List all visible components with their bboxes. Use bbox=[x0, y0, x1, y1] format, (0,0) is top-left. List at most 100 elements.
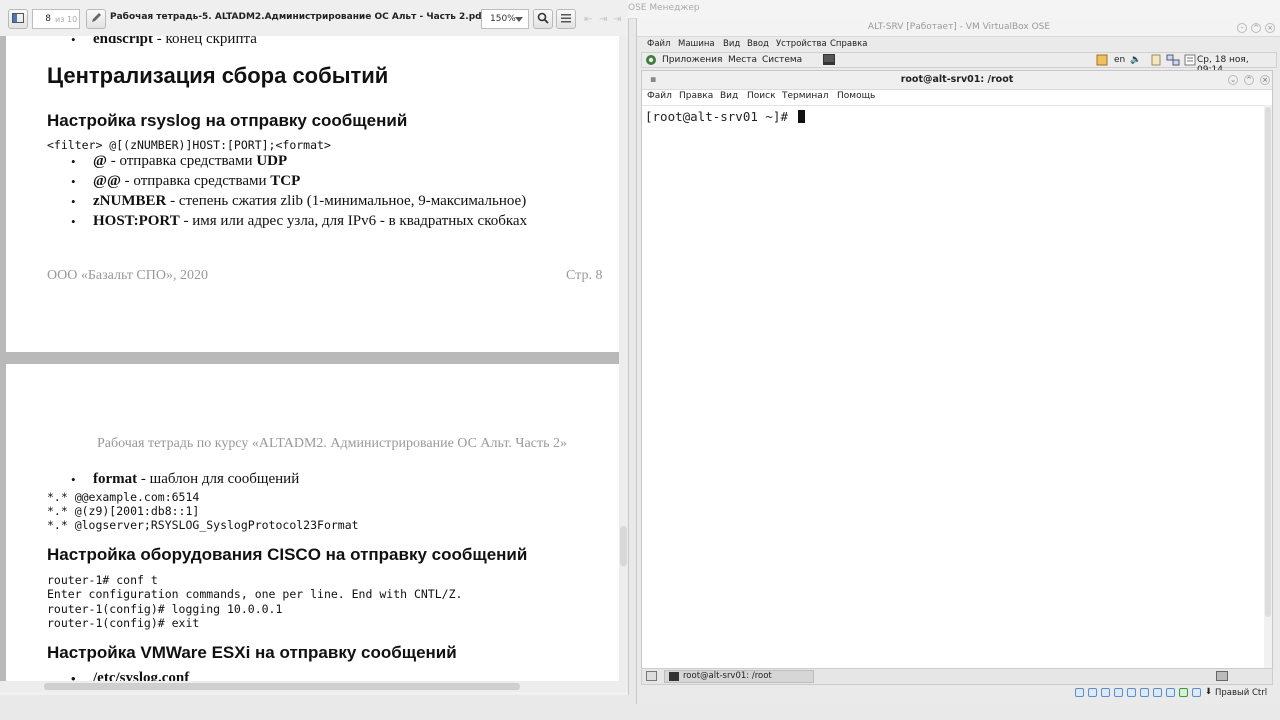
shared-folders-icon[interactable] bbox=[1140, 688, 1149, 697]
menu-file[interactable]: Файл bbox=[647, 91, 672, 101]
terminal-output[interactable]: [root@alt-srv01 ~]# bbox=[642, 105, 1264, 670]
menu-terminal[interactable]: Терминал bbox=[782, 91, 829, 101]
panel-places[interactable]: Места bbox=[728, 55, 757, 65]
terminal-title: root@alt-srv01: /root bbox=[900, 74, 1014, 85]
menu-edit[interactable]: Правка bbox=[679, 91, 713, 101]
search-button[interactable] bbox=[533, 9, 553, 29]
recording-icon[interactable] bbox=[1166, 688, 1175, 697]
menu-help[interactable]: Помощь bbox=[837, 91, 875, 101]
minimize-icon[interactable]: ⇤ bbox=[584, 14, 592, 25]
shell-prompt: [root@alt-srv01 ~]# bbox=[645, 109, 805, 124]
maximize-icon[interactable]: ^ bbox=[1244, 75, 1254, 85]
indicator-icon[interactable] bbox=[1096, 54, 1108, 69]
page-number-field[interactable]: 8 из 10 bbox=[32, 9, 80, 29]
menu-machine[interactable]: Машина bbox=[678, 39, 715, 49]
network-adapter-icon[interactable] bbox=[1114, 688, 1123, 697]
code-line: *.* @(z9)[2001:db8::1] bbox=[47, 504, 200, 518]
display-icon[interactable] bbox=[1153, 688, 1162, 697]
hdd-icon[interactable] bbox=[1075, 688, 1084, 697]
minimize-icon[interactable]: - bbox=[1237, 23, 1247, 33]
close-icon[interactable]: × bbox=[1265, 23, 1275, 33]
search-icon bbox=[537, 12, 549, 27]
background-window-titlebar bbox=[628, 0, 1280, 19]
guest-top-panel: Приложения Места Система en 🔈 Ср, 18 ноя… bbox=[641, 52, 1277, 75]
subheading-cisco: Настройка оборудования CISCO на отправку… bbox=[47, 545, 528, 564]
terminal-launcher-icon[interactable] bbox=[823, 54, 835, 68]
code-line: router-1(config)# exit bbox=[47, 616, 200, 630]
vbox-statusbar: ⬇ Правый Ctrl bbox=[637, 685, 1280, 702]
maximize-icon[interactable]: ^ bbox=[1251, 23, 1261, 33]
window-menu-icon[interactable]: ▪ bbox=[650, 71, 656, 89]
clipboard-icon[interactable] bbox=[1150, 54, 1162, 69]
terminal-scrollbar[interactable] bbox=[1264, 105, 1272, 669]
hamburger-icon bbox=[561, 13, 571, 26]
menu-devices[interactable]: Устройства bbox=[776, 39, 827, 49]
code-line: Enter configuration commands, one per li… bbox=[47, 587, 463, 601]
maximize-icon[interactable]: ⇥ bbox=[599, 14, 607, 25]
show-desktop-icon[interactable] bbox=[646, 671, 657, 684]
close-icon[interactable]: ⇥ bbox=[613, 14, 621, 25]
list-item: HOST:PORT - имя или адрес узла, для IPv6… bbox=[71, 213, 527, 230]
annotate-button[interactable] bbox=[86, 9, 106, 29]
terminal-titlebar: ▪ root@alt-srv01: /root ⌄ ^ × bbox=[642, 71, 1272, 90]
bullet-endscript: endscript - конец скрипта bbox=[71, 36, 257, 48]
zoom-value: 150% bbox=[490, 14, 516, 24]
vbox-titlebar: ALT-SRV [Работает] - VM VirtualBox OSE -… bbox=[637, 18, 1280, 37]
list-item: @@ - отправка средствами TCP bbox=[71, 173, 300, 190]
text-cursor bbox=[797, 110, 805, 123]
host-key-label: Правый Ctrl bbox=[1215, 688, 1268, 698]
page-footer-left: ООО «Базальт СПО», 2020 bbox=[47, 268, 208, 283]
code-line: router-1# conf t bbox=[47, 573, 158, 587]
code-line: *.* @@example.com:6514 bbox=[47, 490, 200, 504]
menu-button[interactable] bbox=[556, 9, 576, 29]
page-footer-right: Стр. 8 bbox=[566, 268, 603, 283]
syntax-line: <filter> @[(zNUMBER)]HOST:[PORT];<format… bbox=[47, 138, 331, 152]
scroll-thumb[interactable] bbox=[1265, 107, 1271, 617]
virtualization-icon[interactable] bbox=[1179, 688, 1188, 697]
zoom-select[interactable]: 150% bbox=[481, 9, 529, 29]
sidebar-toggle-button[interactable] bbox=[8, 9, 28, 29]
keyboard-layout[interactable]: en bbox=[1114, 55, 1125, 65]
scroll-thumb[interactable] bbox=[44, 683, 520, 690]
menu-file[interactable]: Файл bbox=[647, 39, 670, 49]
notes-icon[interactable] bbox=[1184, 54, 1196, 69]
section-heading: Централизация сбора событий bbox=[47, 63, 389, 88]
close-icon[interactable]: × bbox=[1260, 75, 1270, 85]
workspace-switcher-icon[interactable] bbox=[1216, 671, 1228, 684]
panel-applications[interactable]: Приложения bbox=[662, 55, 722, 65]
minimize-icon[interactable]: ⌄ bbox=[1228, 75, 1238, 85]
menu-help[interactable]: Справка bbox=[830, 39, 867, 49]
page-total: из 10 bbox=[55, 14, 78, 24]
terminal-icon bbox=[669, 672, 679, 685]
taskbar-item-label: root@alt-srv01: /root bbox=[683, 671, 772, 681]
menu-view[interactable]: Вид bbox=[720, 91, 738, 101]
pdf-content-area[interactable]: endscript - конец скрипта Централизация … bbox=[0, 36, 628, 681]
terminal-menubar: Файл Правка Вид Поиск Терминал Помощь bbox=[642, 89, 1272, 105]
page-current[interactable]: 8 bbox=[33, 14, 51, 24]
scroll-thumb[interactable] bbox=[620, 526, 627, 566]
menu-input[interactable]: Ввод bbox=[747, 39, 769, 49]
sidebar-icon bbox=[12, 12, 24, 26]
audio-icon[interactable] bbox=[1101, 688, 1110, 697]
pdf-horizontal-scrollbar[interactable] bbox=[0, 681, 628, 692]
volume-icon[interactable]: 🔈 bbox=[1130, 55, 1141, 65]
pdf-vertical-scrollbar[interactable] bbox=[619, 36, 628, 681]
chevron-down-icon bbox=[515, 17, 523, 22]
pdf-page-9: Рабочая тетрадь по курсу «ALTADM2. Админ… bbox=[6, 364, 619, 681]
pdf-page-8: endscript - конец скрипта Централизация … bbox=[6, 36, 619, 352]
pdf-toolbar: 8 из 10 Рабочая тетрадь-5. ALTADM2.Админ… bbox=[0, 0, 628, 37]
mouse-integration-icon[interactable] bbox=[1192, 688, 1201, 697]
usb-icon[interactable] bbox=[1127, 688, 1136, 697]
menu-search[interactable]: Поиск bbox=[747, 91, 776, 101]
list-item: format - шаблон для сообщений bbox=[71, 471, 299, 488]
menu-view[interactable]: Вид bbox=[723, 39, 740, 49]
vbox-menubar: Файл Машина Вид Ввод Устройства Справка bbox=[637, 36, 1280, 52]
list-item: /etc/syslog.conf bbox=[71, 670, 189, 681]
vbox-title: ALT-SRV [Работает] - VM VirtualBox OSE bbox=[867, 22, 1051, 32]
list-item: @ - отправка средствами UDP bbox=[71, 153, 287, 170]
optical-drive-icon[interactable] bbox=[1088, 688, 1097, 697]
taskbar-terminal-button[interactable]: root@alt-srv01: /root bbox=[664, 670, 814, 683]
distro-logo-icon bbox=[645, 54, 657, 69]
network-icon[interactable] bbox=[1166, 54, 1180, 69]
panel-system[interactable]: Система bbox=[762, 55, 802, 65]
